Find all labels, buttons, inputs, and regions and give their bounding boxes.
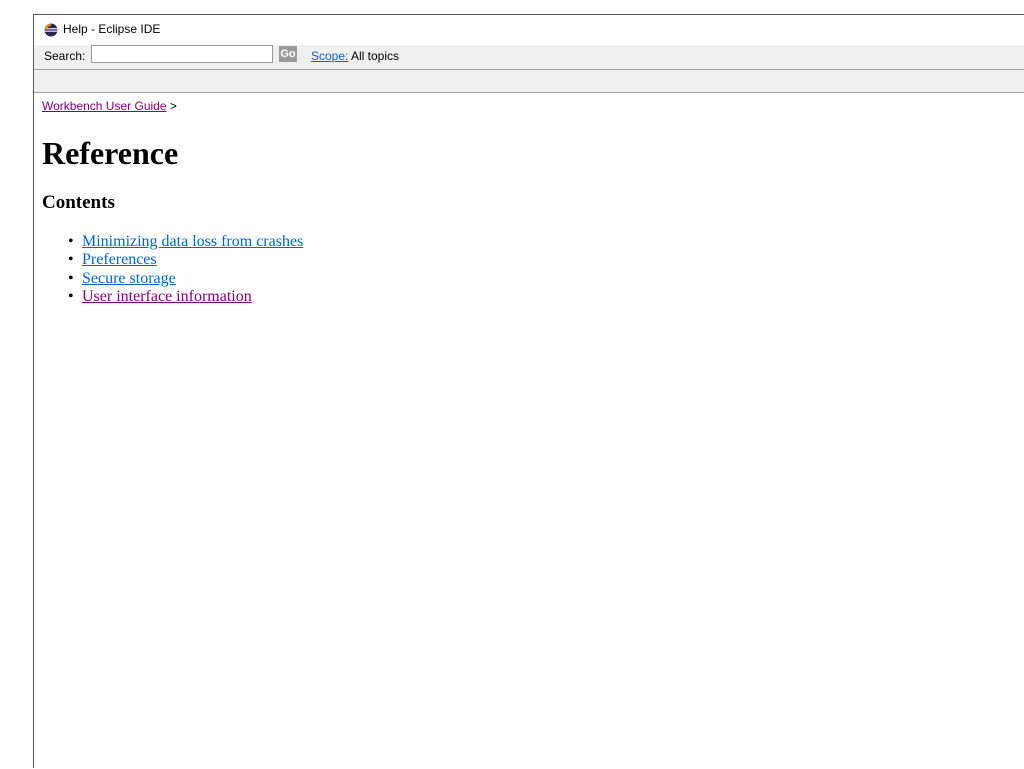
bullet: • — [68, 233, 74, 250]
list-item: • Secure storage — [68, 270, 303, 288]
section-title: Contents — [42, 192, 115, 213]
scope-link[interactable]: Scope: — [311, 49, 348, 63]
breadcrumb: Workbench User Guide > — [42, 99, 177, 113]
page-title: Reference — [42, 135, 179, 171]
title-bar: Help - Eclipse IDE — [34, 15, 1024, 45]
link-secure-storage[interactable]: Secure storage — [82, 270, 176, 287]
bullet: • — [68, 269, 74, 287]
help-window: Help - Eclipse IDE Search: Go Scope: All… — [33, 14, 1024, 769]
help-content: Workbench User Guide > Reference Content… — [34, 93, 1024, 769]
list-item: • User interface information — [68, 288, 303, 306]
search-label: Search: — [44, 49, 86, 63]
navigation-bar — [34, 70, 1024, 93]
link-preferences[interactable]: Preferences — [82, 251, 157, 268]
link-user-interface-information[interactable]: User interface information — [82, 288, 252, 305]
bullet: • — [68, 251, 74, 269]
link-minimizing-data-loss[interactable]: Minimizing data loss from crashes — [82, 233, 303, 250]
scope-value: All topics — [351, 49, 400, 63]
search-toolbar: Search: Go Scope: All topics — [34, 45, 1024, 70]
contents-list: • Minimizing data loss from crashes • Pr… — [68, 233, 303, 307]
list-item: • Minimizing data loss from crashes — [68, 233, 303, 251]
list-item: • Preferences — [68, 251, 303, 269]
breadcrumb-separator: > — [169, 99, 177, 113]
go-button[interactable]: Go — [279, 46, 297, 62]
bullet: • — [68, 288, 74, 306]
eclipse-icon — [44, 23, 58, 37]
search-input[interactable] — [91, 45, 273, 63]
window-title: Help - Eclipse IDE — [63, 22, 161, 36]
breadcrumb-link-workbench-user-guide[interactable]: Workbench User Guide — [42, 99, 167, 113]
